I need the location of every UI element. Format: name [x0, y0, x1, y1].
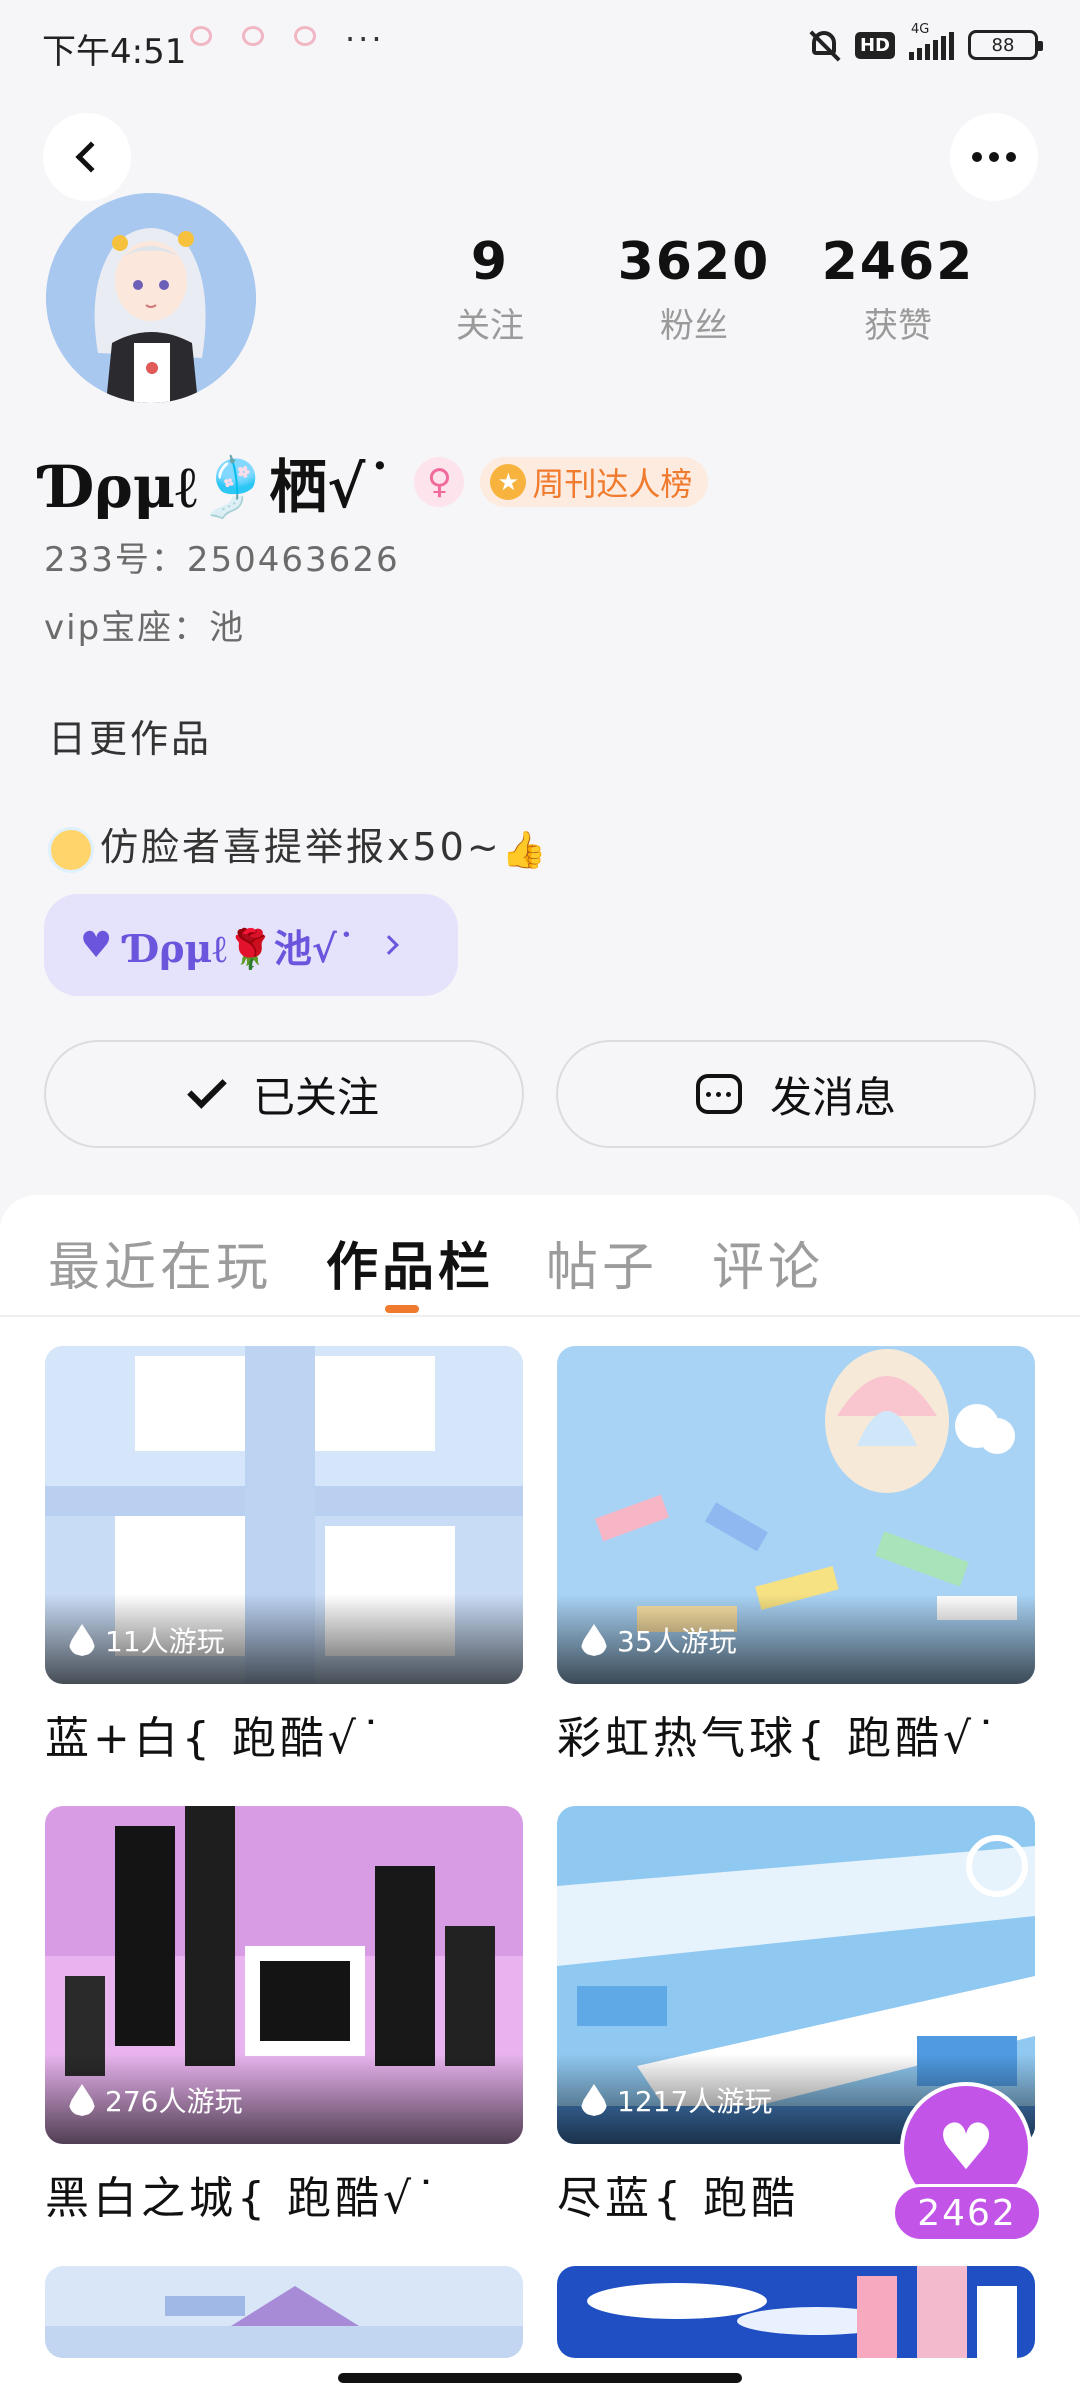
message-icon	[695, 1074, 742, 1114]
heart-icon: ♥	[80, 924, 113, 966]
vip-line: vip宝座：池	[44, 608, 246, 648]
followers-stat[interactable]: 3620 粉丝	[604, 232, 784, 347]
silent-mode-icon	[807, 28, 841, 62]
signal-icon: 4G	[909, 22, 954, 60]
rank-badge-label: 周刊达人榜	[532, 465, 693, 503]
followers-label: 粉丝	[660, 306, 728, 346]
work-thumbnail	[557, 2266, 1035, 2358]
status-indicators: HD 4G 88	[807, 22, 1043, 62]
user-id: 233号：250463626	[44, 540, 400, 580]
heart-icon: ♥	[937, 2111, 995, 2185]
likes-stat[interactable]: 2462 获赞	[808, 232, 988, 347]
status-time: 下午4:51	[42, 32, 187, 72]
name-row: Ɗρμℓ🎐栖√˙ ♀ ★ 周刊达人榜	[44, 440, 709, 524]
following-count: 9	[470, 232, 510, 292]
chevron-right-icon	[378, 935, 399, 955]
followed-button[interactable]: 已关注	[44, 1040, 524, 1148]
chevron-left-icon	[75, 141, 107, 173]
followers-count: 3620	[617, 232, 771, 292]
work-thumbnail	[45, 2266, 523, 2358]
star-icon: ★	[490, 464, 527, 500]
tab-works[interactable]: 作品栏	[326, 1225, 494, 1300]
angel-emoji-icon	[48, 826, 94, 873]
likes-count: 2462	[821, 232, 975, 292]
active-tab-indicator	[385, 1305, 419, 1313]
work-thumbnail: 11人游玩	[45, 1346, 523, 1684]
tab-divider	[0, 1315, 1080, 1317]
work-card[interactable]: 11人游玩 蓝+白{ 跑酷√˙	[45, 1346, 523, 1766]
work-title: 黑白之城{ 跑酷√˙	[45, 2173, 442, 2224]
following-label: 关注	[456, 306, 524, 346]
work-card[interactable]	[557, 2266, 1035, 2358]
user-name: Ɗρμℓ🎐栖√˙	[44, 453, 395, 521]
work-title: 彩虹热气球{ 跑酷√˙	[557, 1713, 1002, 1764]
drop-icon	[69, 2084, 95, 2116]
weekly-rank-badge[interactable]: ★ 周刊达人榜	[480, 457, 709, 507]
send-message-label: 发消息	[769, 1072, 896, 1122]
work-thumbnail: 276人游玩	[45, 1806, 523, 2144]
tab-recently-played[interactable]: 最近在玩	[48, 1225, 272, 1300]
followed-label: 已关注	[252, 1072, 379, 1122]
fan-group-label: Ɗρμℓ🌹池√˙	[126, 925, 356, 971]
send-message-button[interactable]: 发消息	[556, 1040, 1036, 1148]
drop-icon	[581, 2084, 607, 2116]
play-count: 276人游玩	[105, 2085, 243, 2118]
drop-icon	[581, 1624, 607, 1656]
bio-line-1: 日更作品	[48, 717, 213, 761]
bio-line-2: 仿脸者喜提举报x50~👍	[48, 816, 550, 873]
like-count-badge: 2462	[892, 2184, 1042, 2242]
work-card[interactable]: 276人游玩 黑白之城{ 跑酷√˙	[45, 1806, 523, 2226]
play-count: 11人游玩	[105, 1625, 225, 1658]
female-icon: ♀	[414, 457, 465, 507]
status-more-icon: ···	[345, 20, 385, 58]
work-card[interactable]: 35人游玩 彩虹热气球{ 跑酷√˙	[557, 1346, 1035, 1766]
avatar[interactable]	[46, 193, 256, 403]
work-thumbnail: 35人游玩	[557, 1346, 1035, 1684]
more-options-button[interactable]	[950, 113, 1038, 201]
home-indicator[interactable]	[338, 2373, 742, 2383]
play-count: 35人游玩	[617, 1625, 737, 1658]
work-title: 蓝+白{ 跑酷√˙	[45, 1713, 386, 1764]
likes-label: 获赞	[864, 306, 932, 346]
tab-comments[interactable]: 评论	[712, 1225, 824, 1300]
following-stat[interactable]: 9 关注	[400, 232, 580, 347]
thumbs-up-icon: 👍	[501, 829, 550, 871]
back-button[interactable]	[43, 113, 131, 201]
notification-icons	[190, 26, 316, 46]
fan-group-button[interactable]: ♥ Ɗρμℓ🌹池√˙	[44, 894, 458, 996]
tab-posts[interactable]: 帖子	[546, 1225, 658, 1300]
tab-bar: 最近在玩 作品栏 帖子 评论	[0, 1195, 1080, 1315]
play-count: 1217人游玩	[617, 2085, 773, 2118]
battery-icon: 88	[968, 30, 1043, 60]
work-card[interactable]	[45, 2266, 523, 2358]
status-bar: 下午4:51 ··· HD 4G 88	[0, 0, 1080, 96]
check-icon	[187, 1069, 227, 1109]
drop-icon	[69, 1624, 95, 1656]
more-horizontal-icon	[972, 152, 1016, 162]
hd-icon: HD	[854, 31, 895, 59]
